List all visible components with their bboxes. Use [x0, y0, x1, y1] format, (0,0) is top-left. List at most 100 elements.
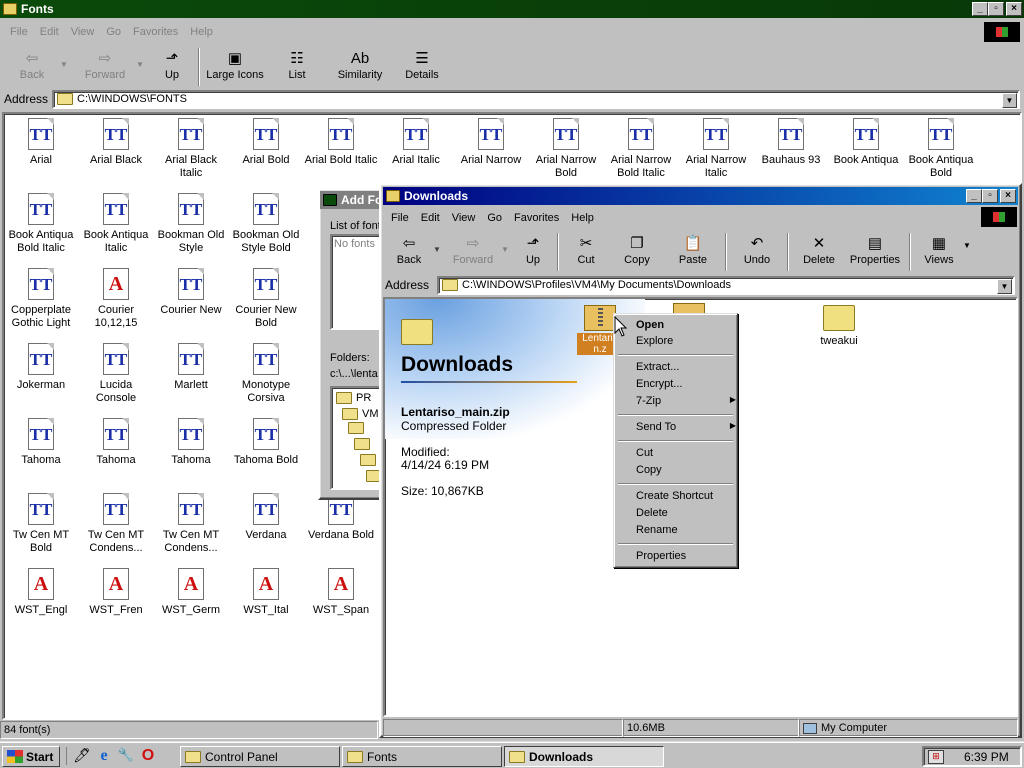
- task-fonts[interactable]: Fonts: [342, 746, 502, 767]
- font-item[interactable]: TT Arial Italic: [379, 118, 453, 167]
- minimize-button[interactable]: _: [966, 189, 982, 203]
- downloads-titlebar[interactable]: Downloads _ ▫ ×: [383, 187, 1018, 205]
- close-button[interactable]: ×: [1006, 2, 1022, 16]
- font-item[interactable]: TT Tahoma: [154, 418, 228, 467]
- font-item[interactable]: TT Lucida Console: [79, 343, 153, 405]
- font-item[interactable]: A WST_Germ: [154, 568, 228, 617]
- font-item[interactable]: TT Tw Cen MT Condens...: [79, 493, 153, 555]
- font-item[interactable]: TT Monotype Corsiva: [229, 343, 303, 405]
- properties-button[interactable]: ▤ Properties: [845, 231, 905, 266]
- font-item[interactable]: TT Arial Narrow Italic: [679, 118, 753, 180]
- up-button[interactable]: ⬏ Up: [513, 231, 553, 266]
- back-dropdown-icon[interactable]: ▼: [60, 46, 74, 69]
- font-item[interactable]: TT Courier New: [154, 268, 228, 317]
- maximize-button[interactable]: ▫: [988, 2, 1004, 16]
- views-dropdown-icon[interactable]: ▼: [963, 231, 975, 250]
- forward-dropdown-icon[interactable]: ▼: [136, 46, 150, 69]
- address-dropdown-icon[interactable]: ▼: [997, 278, 1012, 294]
- menu-file[interactable]: File: [385, 212, 415, 224]
- menu-item-create-shortcut[interactable]: Create Shortcut: [636, 490, 713, 502]
- font-item[interactable]: TT Arial Bold Italic: [304, 118, 378, 167]
- back-dropdown-icon[interactable]: ▼: [433, 231, 445, 254]
- font-item[interactable]: TT Tahoma: [79, 418, 153, 467]
- menu-item-cut[interactable]: Cut: [636, 447, 653, 459]
- forward-button[interactable]: ⇨ Forward: [74, 46, 136, 81]
- address-field[interactable]: C:\WINDOWS\Profiles\VM4\My Documents\Dow…: [437, 275, 1015, 295]
- font-item[interactable]: TT Marlett: [154, 343, 228, 392]
- forward-dropdown-icon[interactable]: ▼: [501, 231, 513, 254]
- menu-help[interactable]: Help: [565, 212, 600, 224]
- menu-item-explore[interactable]: Explore: [636, 335, 673, 347]
- menu-item-properties[interactable]: Properties: [636, 550, 686, 562]
- menu-view[interactable]: View: [446, 212, 482, 224]
- cut-button[interactable]: ✂ Cut: [563, 231, 609, 266]
- menu-item-extract[interactable]: Extract...: [636, 361, 679, 373]
- menu-view[interactable]: View: [65, 26, 101, 38]
- clock[interactable]: 6:39 PM: [964, 750, 1009, 764]
- font-item[interactable]: TT Tw Cen MT Condens...: [154, 493, 228, 555]
- details-button[interactable]: ☰ Details: [392, 46, 452, 81]
- font-item[interactable]: TT Tahoma Bold: [229, 418, 303, 467]
- address-field[interactable]: C:\WINDOWS\FONTS ▼: [52, 89, 1020, 109]
- menu-item-send-to[interactable]: Send To ▶: [636, 421, 736, 433]
- font-item[interactable]: TT Jokerman: [4, 343, 78, 392]
- font-item[interactable]: TT Book Antiqua Bold: [904, 118, 978, 180]
- menu-file[interactable]: File: [4, 26, 34, 38]
- undo-button[interactable]: ↶ Undo: [731, 231, 783, 266]
- maximize-button[interactable]: ▫: [982, 189, 998, 203]
- font-item[interactable]: TT Bauhaus 93: [754, 118, 828, 167]
- forward-button[interactable]: ⇨ Forward: [445, 231, 501, 266]
- menu-item-encrypt[interactable]: Encrypt...: [636, 378, 682, 390]
- show-desktop-icon[interactable]: 🖊: [73, 747, 91, 765]
- font-item[interactable]: TT Verdana Bold: [304, 493, 378, 542]
- font-item[interactable]: TT Tahoma: [4, 418, 78, 467]
- font-item[interactable]: TT Arial Black Italic: [154, 118, 228, 180]
- font-item[interactable]: TT Tw Cen MT Bold: [4, 493, 78, 555]
- back-button[interactable]: ⇦ Back: [385, 231, 433, 266]
- menu-edit[interactable]: Edit: [34, 26, 65, 38]
- font-item[interactable]: A WST_Engl: [4, 568, 78, 617]
- font-item[interactable]: TT Arial Narrow: [454, 118, 528, 167]
- start-button[interactable]: Start: [2, 746, 60, 767]
- font-item[interactable]: TT Book Antiqua Bold Italic: [4, 193, 78, 255]
- tweakui-folder-item[interactable]: tweakui: [811, 305, 867, 347]
- delete-button[interactable]: ✕ Delete: [793, 231, 845, 266]
- font-item[interactable]: TT Book Antiqua Italic: [79, 193, 153, 255]
- font-item[interactable]: TT Book Antiqua: [829, 118, 903, 167]
- font-item[interactable]: TT Copperplate Gothic Light: [4, 268, 78, 330]
- minimize-button[interactable]: _: [972, 2, 988, 16]
- menu-favorites[interactable]: Favorites: [127, 26, 184, 38]
- opera-icon[interactable]: O: [139, 747, 157, 765]
- add-fonts-titlebar[interactable]: Add Fo: [320, 191, 386, 209]
- up-button[interactable]: ⬏ Up: [150, 46, 194, 81]
- menu-item-7zip[interactable]: 7-Zip ▶: [636, 395, 736, 407]
- channels-icon[interactable]: 🔧: [117, 747, 135, 765]
- font-item[interactable]: TT Verdana: [229, 493, 303, 542]
- font-item[interactable]: TT Arial Bold: [229, 118, 303, 167]
- back-button[interactable]: ⇦ Back: [4, 46, 60, 81]
- close-button[interactable]: ×: [1000, 189, 1016, 203]
- task-downloads[interactable]: Downloads: [504, 746, 664, 767]
- address-dropdown-icon[interactable]: ▼: [1002, 92, 1017, 108]
- font-item[interactable]: TT Arial Black: [79, 118, 153, 167]
- font-item[interactable]: A Courier 10,12,15: [79, 268, 153, 330]
- menu-item-copy[interactable]: Copy: [636, 464, 662, 476]
- font-item[interactable]: TT Courier New Bold: [229, 268, 303, 330]
- font-item[interactable]: TT Bookman Old Style: [154, 193, 228, 255]
- font-item[interactable]: A WST_Span: [304, 568, 378, 617]
- menu-favorites[interactable]: Favorites: [508, 212, 565, 224]
- font-item[interactable]: TT Arial: [4, 118, 78, 167]
- menu-go[interactable]: Go: [100, 26, 127, 38]
- fonts-titlebar[interactable]: Fonts _ ▫ ×: [0, 0, 1024, 18]
- menu-item-open[interactable]: Open: [636, 319, 664, 331]
- font-item[interactable]: TT Arial Narrow Bold: [529, 118, 603, 180]
- copy-button[interactable]: ❐ Copy: [609, 231, 665, 266]
- font-item[interactable]: A WST_Ital: [229, 568, 303, 617]
- internet-explorer-icon[interactable]: e: [95, 747, 113, 765]
- large-icons-button[interactable]: ▣ Large Icons: [204, 46, 266, 81]
- menu-go[interactable]: Go: [481, 212, 508, 224]
- menu-help[interactable]: Help: [184, 26, 219, 38]
- menu-edit[interactable]: Edit: [415, 212, 446, 224]
- list-button[interactable]: ☷ List: [266, 46, 328, 81]
- paste-button[interactable]: 📋 Paste: [665, 231, 721, 266]
